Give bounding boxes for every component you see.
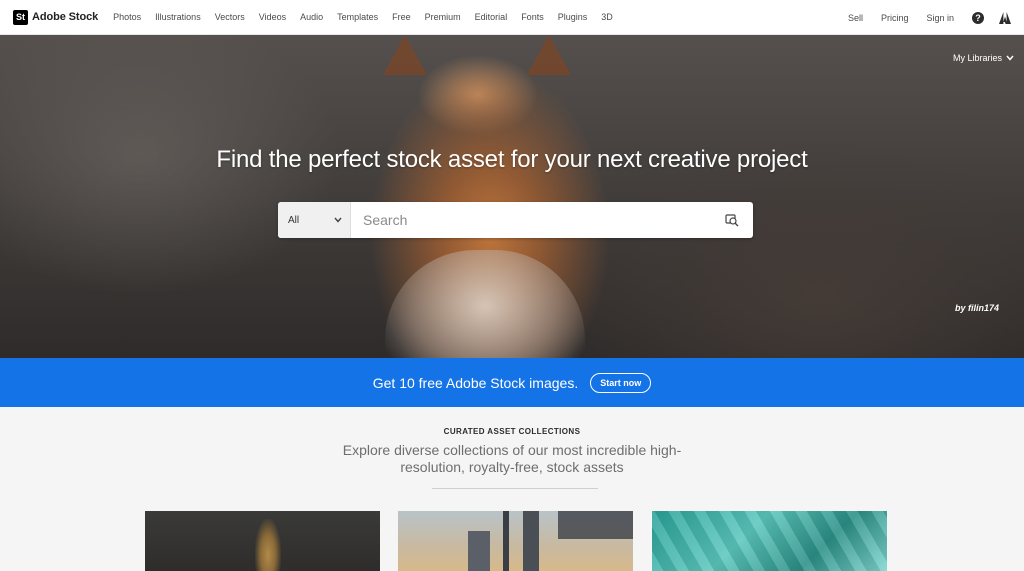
nav-right: Sell Pricing Sign in ? [848,0,1024,35]
collection-card[interactable] [398,511,633,571]
category-nav: Photos Illustrations Vectors Videos Audi… [113,12,627,22]
curated-collections-section: CURATED ASSET COLLECTIONS Explore divers… [0,407,1024,571]
collection-image [523,511,539,571]
nav-fonts[interactable]: Fonts [521,12,544,22]
nav-plugins[interactable]: Plugins [558,12,588,22]
promo-banner: Get 10 free Adobe Stock images. Start no… [0,358,1024,407]
visual-search-icon[interactable] [725,213,739,227]
nav-sell[interactable]: Sell [848,13,863,23]
start-now-button[interactable]: Start now [590,372,652,393]
collection-image [558,511,633,539]
hero-image-detail [385,250,585,358]
nav-free[interactable]: Free [392,12,411,22]
hero-image-detail [383,35,427,75]
nav-audio[interactable]: Audio [300,12,323,22]
nav-premium[interactable]: Premium [425,12,461,22]
hero-title: Find the perfect stock asset for your ne… [216,146,808,173]
promo-text: Get 10 free Adobe Stock images. [372,374,579,391]
section-description-line: resolution, royalty-free, stock assets [400,459,624,475]
nav-editorial[interactable]: Editorial [475,12,508,22]
top-nav: St Adobe Stock Photos Illustrations Vect… [0,0,1024,35]
divider [432,488,598,489]
collection-image [468,531,490,571]
help-icon[interactable]: ? [972,11,984,24]
hero-banner: My Libraries Find the perfect stock asse… [0,35,1024,358]
collection-image [503,511,509,571]
nav-photos[interactable]: Photos [113,12,141,22]
chevron-down-icon [334,217,342,223]
nav-templates[interactable]: Templates [337,12,378,22]
nav-videos[interactable]: Videos [259,12,286,22]
collection-card[interactable] [652,511,887,571]
nav-illustrations[interactable]: Illustrations [155,12,201,22]
search-category-select[interactable]: All [278,202,351,238]
search-bar: All [278,202,753,238]
section-kicker: CURATED ASSET COLLECTIONS [443,427,581,436]
my-libraries-label: My Libraries [952,53,1002,63]
my-libraries-button[interactable]: My Libraries [953,53,1014,63]
photo-credit[interactable]: by filin174 [955,303,999,313]
collection-card[interactable] [145,511,380,571]
search-input[interactable] [351,202,725,238]
brand-name: Adobe Stock [32,11,99,23]
stock-badge-icon: St [13,9,28,25]
nav-sign-in[interactable]: Sign in [926,13,954,23]
chevron-down-icon [1006,55,1014,61]
hero-image-detail [527,35,571,75]
search-category-value: All [288,214,300,226]
section-description: Explore diverse collections of our most … [0,442,1024,476]
nav-3d[interactable]: 3D [601,12,613,22]
collection-image [255,519,281,571]
nav-vectors[interactable]: Vectors [215,12,245,22]
collection-image [652,511,887,571]
section-description-line: Explore diverse collections of our most … [342,442,682,458]
adobe-logo-icon[interactable] [999,11,1011,24]
nav-pricing[interactable]: Pricing [881,13,909,23]
adobe-stock-logo[interactable]: St Adobe Stock [13,9,99,25]
